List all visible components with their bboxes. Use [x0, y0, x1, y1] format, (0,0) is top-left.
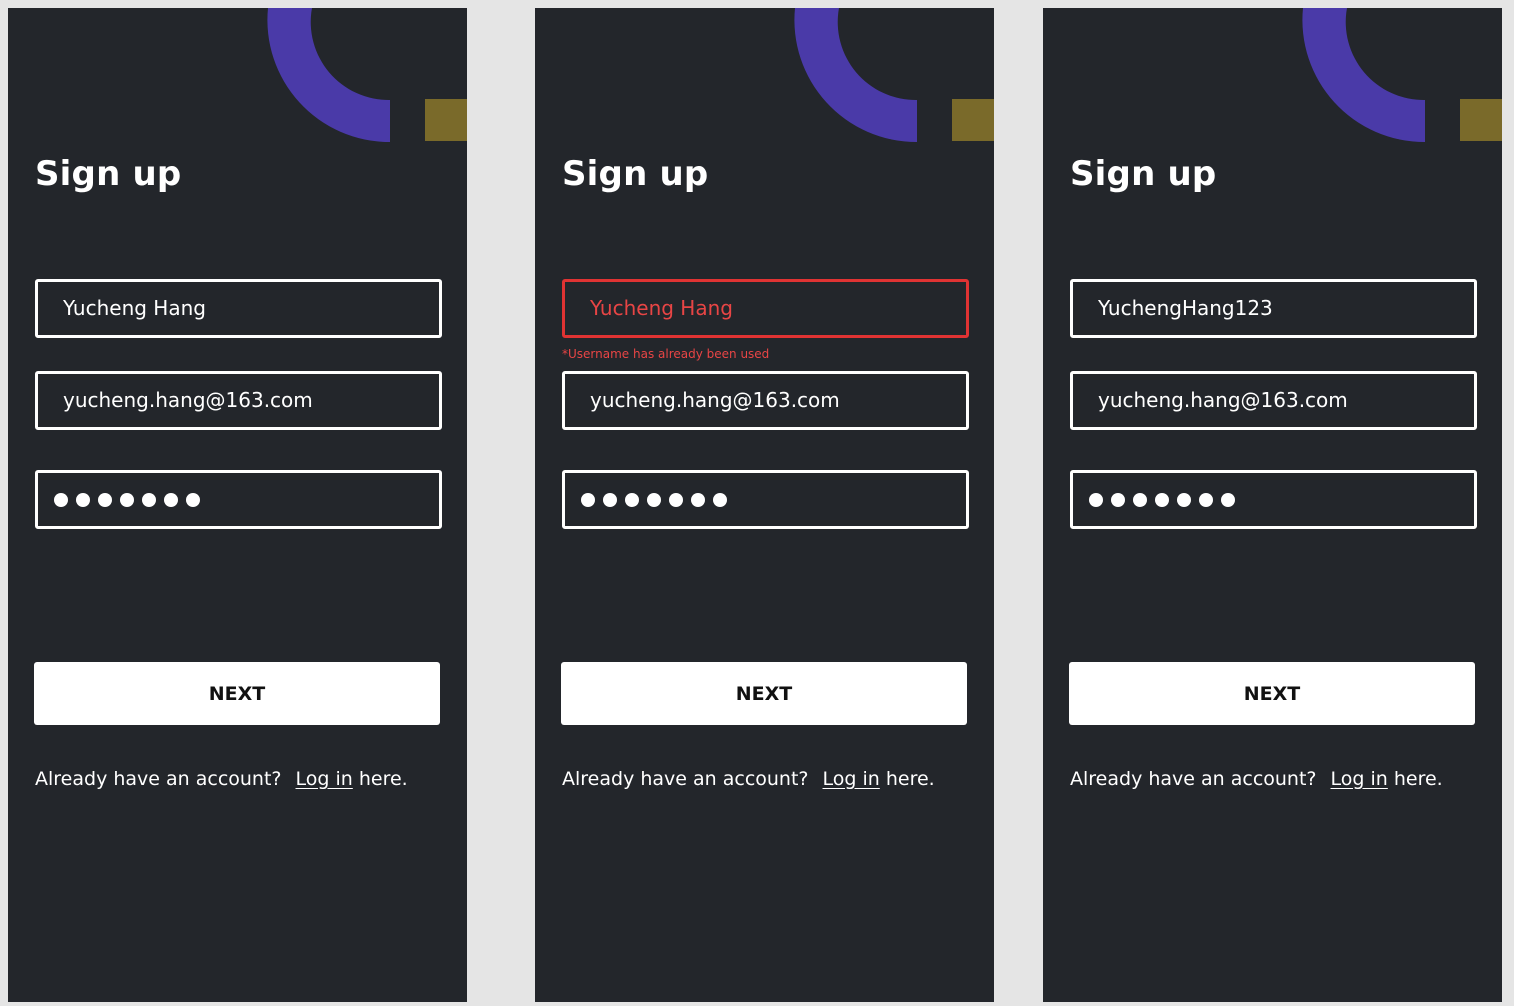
password-dot	[669, 492, 683, 507]
decorative-shapes	[1302, 8, 1502, 143]
email-value: yucheng.hang@163.com	[1098, 388, 1348, 412]
purple-arc-shape	[1302, 8, 1425, 143]
page-title: Sign up	[35, 154, 182, 194]
password-mask	[1089, 473, 1235, 526]
signup-screen-valid: Sign up YuchengHang123 yucheng.hang@163.…	[1043, 8, 1502, 1002]
login-link[interactable]: Log in	[1331, 768, 1388, 790]
login-link[interactable]: Log in	[823, 768, 880, 790]
purple-arc-shape	[267, 8, 390, 143]
password-dot	[1177, 492, 1191, 507]
login-prompt-text: Already have an account?	[35, 768, 282, 790]
signup-screen-error: Sign up Yucheng Hang *Username has alrea…	[535, 8, 994, 1002]
username-value: Yucheng Hang	[590, 296, 733, 320]
password-field[interactable]	[1070, 470, 1477, 529]
password-dot	[625, 492, 639, 507]
email-value: yucheng.hang@163.com	[590, 388, 840, 412]
password-dot	[142, 492, 156, 507]
next-button[interactable]: NEXT	[34, 662, 440, 725]
username-field[interactable]: Yucheng Hang	[562, 279, 969, 338]
login-prompt: Already have an account? Log in here.	[35, 768, 408, 790]
password-dot	[1199, 492, 1213, 507]
purple-arc-shape	[794, 8, 917, 143]
gold-square-shape	[952, 99, 994, 141]
password-mask	[54, 473, 200, 526]
page-title: Sign up	[562, 154, 709, 194]
username-error-message: *Username has already been used	[562, 347, 770, 361]
login-link[interactable]: Log in	[296, 768, 353, 790]
password-dot	[581, 492, 595, 507]
login-prompt: Already have an account? Log in here.	[562, 768, 935, 790]
login-suffix: here.	[1387, 768, 1443, 790]
signup-screen-default: Sign up Yucheng Hang yucheng.hang@163.co…	[8, 8, 467, 1002]
password-dot	[120, 492, 134, 507]
username-field[interactable]: YuchengHang123	[1070, 279, 1477, 338]
password-dot	[186, 492, 200, 507]
next-button[interactable]: NEXT	[561, 662, 967, 725]
login-prompt-text: Already have an account?	[562, 768, 809, 790]
login-suffix: here.	[879, 768, 935, 790]
decorative-shapes	[794, 8, 994, 143]
password-dot	[1089, 492, 1103, 507]
login-prompt-text: Already have an account?	[1070, 768, 1317, 790]
password-dot	[54, 492, 68, 507]
password-field[interactable]	[35, 470, 442, 529]
username-field[interactable]: Yucheng Hang	[35, 279, 442, 338]
decorative-shapes	[267, 8, 467, 143]
email-field[interactable]: yucheng.hang@163.com	[562, 371, 969, 430]
password-dot	[76, 492, 90, 507]
gold-square-shape	[425, 99, 467, 141]
login-prompt: Already have an account? Log in here.	[1070, 768, 1443, 790]
login-suffix: here.	[352, 768, 408, 790]
email-field[interactable]: yucheng.hang@163.com	[35, 371, 442, 430]
password-mask	[581, 473, 727, 526]
email-value: yucheng.hang@163.com	[63, 388, 313, 412]
username-value: YuchengHang123	[1098, 296, 1273, 320]
username-value: Yucheng Hang	[63, 296, 206, 320]
password-dot	[164, 492, 178, 507]
password-dot	[713, 492, 727, 507]
next-button[interactable]: NEXT	[1069, 662, 1475, 725]
email-field[interactable]: yucheng.hang@163.com	[1070, 371, 1477, 430]
gold-square-shape	[1460, 99, 1502, 141]
password-dot	[1133, 492, 1147, 507]
password-dot	[603, 492, 617, 507]
password-field[interactable]	[562, 470, 969, 529]
password-dot	[1111, 492, 1125, 507]
password-dot	[691, 492, 705, 507]
password-dot	[647, 492, 661, 507]
password-dot	[1155, 492, 1169, 507]
password-dot	[1221, 492, 1235, 507]
page-title: Sign up	[1070, 154, 1217, 194]
password-dot	[98, 492, 112, 507]
